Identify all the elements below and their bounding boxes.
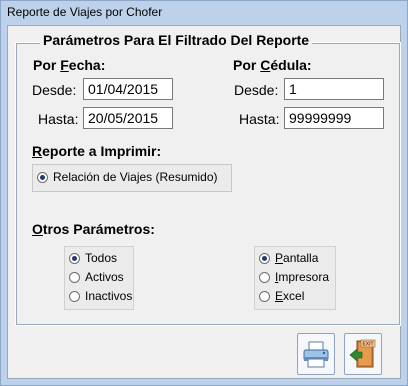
id-filter-label: Por Cédula:: [233, 57, 312, 73]
printer-icon: [303, 341, 329, 368]
id-to-input[interactable]: [284, 107, 384, 129]
other-params-label: Otros Parámetros:: [32, 221, 155, 237]
date-to-label: Hasta:: [38, 111, 79, 127]
report-label: Reporte a Imprimir:: [32, 143, 162, 159]
title-bar[interactable]: Reporte de Viajes por Chofer: [1, 1, 407, 23]
output-option-impresora[interactable]: Impresora: [259, 268, 329, 286]
radio-selected-icon: [69, 252, 80, 264]
date-to-input[interactable]: [83, 107, 173, 129]
filter-group-title: Parámetros Para El Filtrado Del Reporte: [40, 32, 313, 48]
report-option-resumido[interactable]: Relación de Viajes (Resumido): [37, 168, 218, 186]
report-window: Reporte de Viajes por Chofer Parámetros …: [0, 0, 408, 386]
output-option-excel[interactable]: Excel: [259, 287, 304, 305]
radio-icon: [259, 290, 270, 302]
status-option-todos[interactable]: Todos: [69, 249, 117, 267]
status-option-inactivos[interactable]: Inactivos: [69, 287, 132, 305]
output-option-pantalla[interactable]: Pantalla: [259, 249, 318, 267]
exit-button[interactable]: EXIT: [344, 333, 382, 375]
date-from-label: Desde:: [32, 82, 77, 98]
radio-icon: [69, 290, 80, 302]
dialog-body: Parámetros Para El Filtrado Del Reporte …: [7, 25, 401, 379]
date-from-input[interactable]: [83, 78, 173, 100]
exit-sign-text: EXIT: [362, 342, 373, 348]
print-button[interactable]: [297, 333, 335, 375]
status-option-activos[interactable]: Activos: [69, 268, 124, 286]
radio-icon: [259, 271, 270, 283]
radio-selected-icon: [259, 252, 270, 264]
id-from-input[interactable]: [284, 78, 384, 100]
radio-icon: [69, 271, 80, 283]
id-from-label: Desde:: [234, 82, 279, 98]
id-to-label: Hasta:: [239, 111, 280, 127]
date-filter-label: Por Fecha:: [33, 57, 106, 73]
exit-door-icon: EXIT: [349, 339, 376, 368]
radio-selected-icon: [37, 171, 48, 183]
window-title: Reporte de Viajes por Chofer: [7, 5, 163, 19]
